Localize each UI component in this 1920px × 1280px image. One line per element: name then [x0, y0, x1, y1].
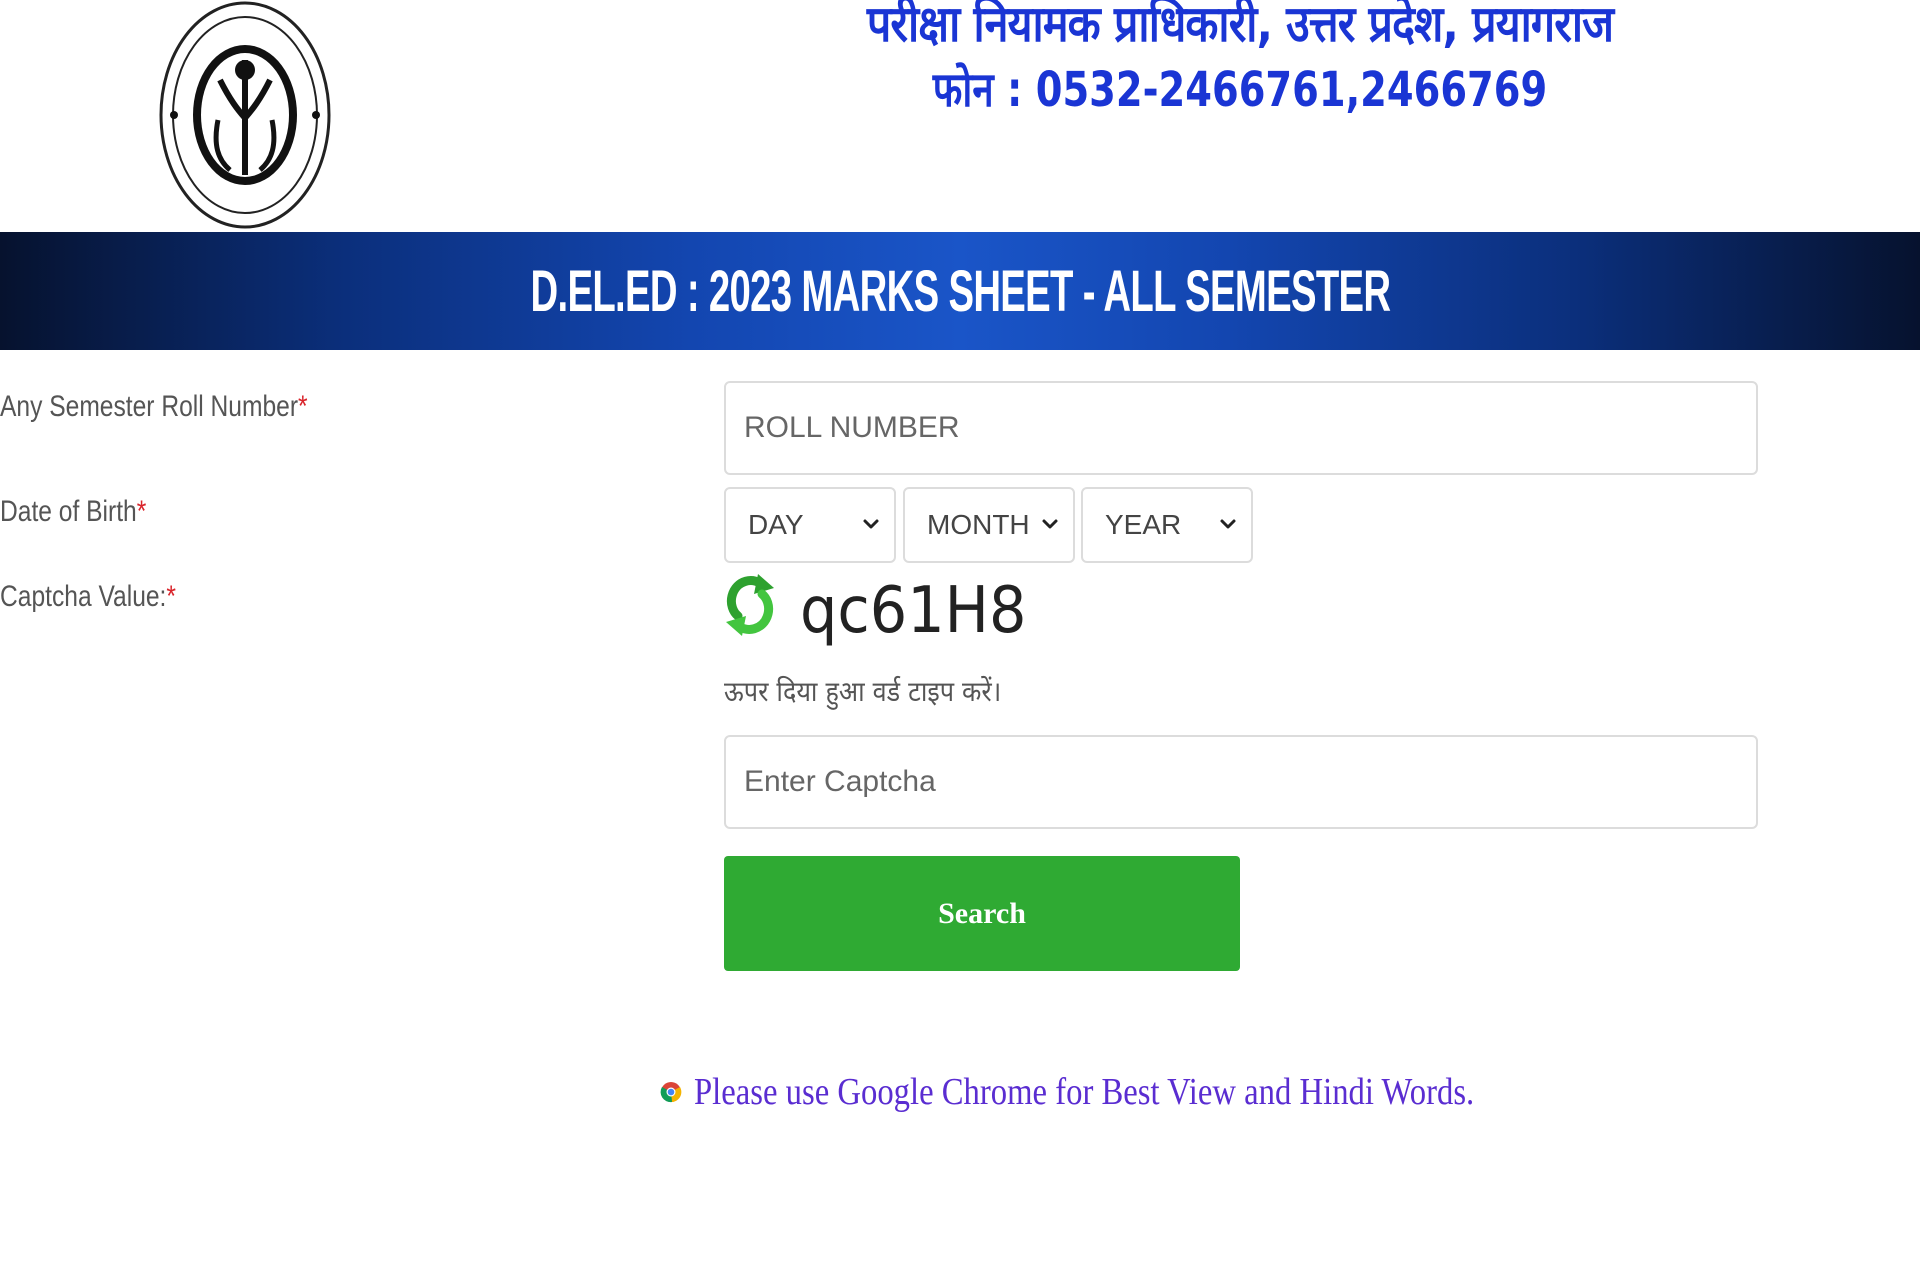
- dob-label-text: Date of Birth: [0, 495, 137, 528]
- chevron-down-icon: [1220, 519, 1236, 529]
- roll-number-input[interactable]: [724, 381, 1758, 475]
- required-mark: *: [298, 390, 308, 423]
- dob-day-select[interactable]: DAY: [724, 487, 896, 563]
- dob-month-value: MONTH: [927, 509, 1030, 540]
- dob-day-value: DAY: [748, 509, 804, 540]
- captcha-code: qc61H8: [800, 574, 1027, 648]
- marks-sheet-page: परीक्षा नियामक प्राधिकारी, उत्तर प्रदेश,…: [0, 0, 1920, 1280]
- refresh-icon[interactable]: [724, 572, 776, 638]
- page-title: D.EL.ED : 2023 MARKS SHEET - ALL SEMESTE…: [530, 258, 1391, 324]
- required-mark: *: [136, 495, 147, 528]
- dob-year-select[interactable]: YEAR: [1081, 487, 1253, 563]
- required-mark: *: [166, 580, 176, 613]
- dob-label: Date of Birth*: [0, 495, 146, 529]
- browser-notice: Please use Google Chrome for Best View a…: [660, 1070, 1601, 1114]
- captcha-label: Captcha Value:*: [0, 580, 176, 614]
- dob-month-select[interactable]: MONTH: [903, 487, 1075, 563]
- dob-year-value: YEAR: [1105, 509, 1182, 540]
- org-title: परीक्षा नियामक प्राधिकारी, उत्तर प्रदेश,…: [866, 0, 1614, 53]
- captcha-label-text: Captcha Value:: [0, 580, 167, 613]
- chevron-down-icon: [1042, 519, 1058, 529]
- org-phone: फोन : 0532-2466761,2466769: [932, 62, 1548, 118]
- captcha-hint: ऊपर दिया हुआ वर्ड टाइप करें।: [724, 675, 1002, 708]
- chrome-icon: [660, 1082, 682, 1103]
- captcha-input[interactable]: [724, 735, 1758, 829]
- up-government-seal-logo: [159, 1, 331, 229]
- chevron-down-icon: [863, 519, 879, 529]
- browser-notice-text: Please use Google Chrome for Best View a…: [694, 1071, 1475, 1113]
- page-banner: D.EL.ED : 2023 MARKS SHEET - ALL SEMESTE…: [0, 232, 1920, 350]
- search-button[interactable]: Search: [724, 856, 1240, 971]
- roll-number-label-text: Any Semester Roll Number: [0, 390, 299, 423]
- roll-number-label: Any Semester Roll Number*: [0, 390, 308, 424]
